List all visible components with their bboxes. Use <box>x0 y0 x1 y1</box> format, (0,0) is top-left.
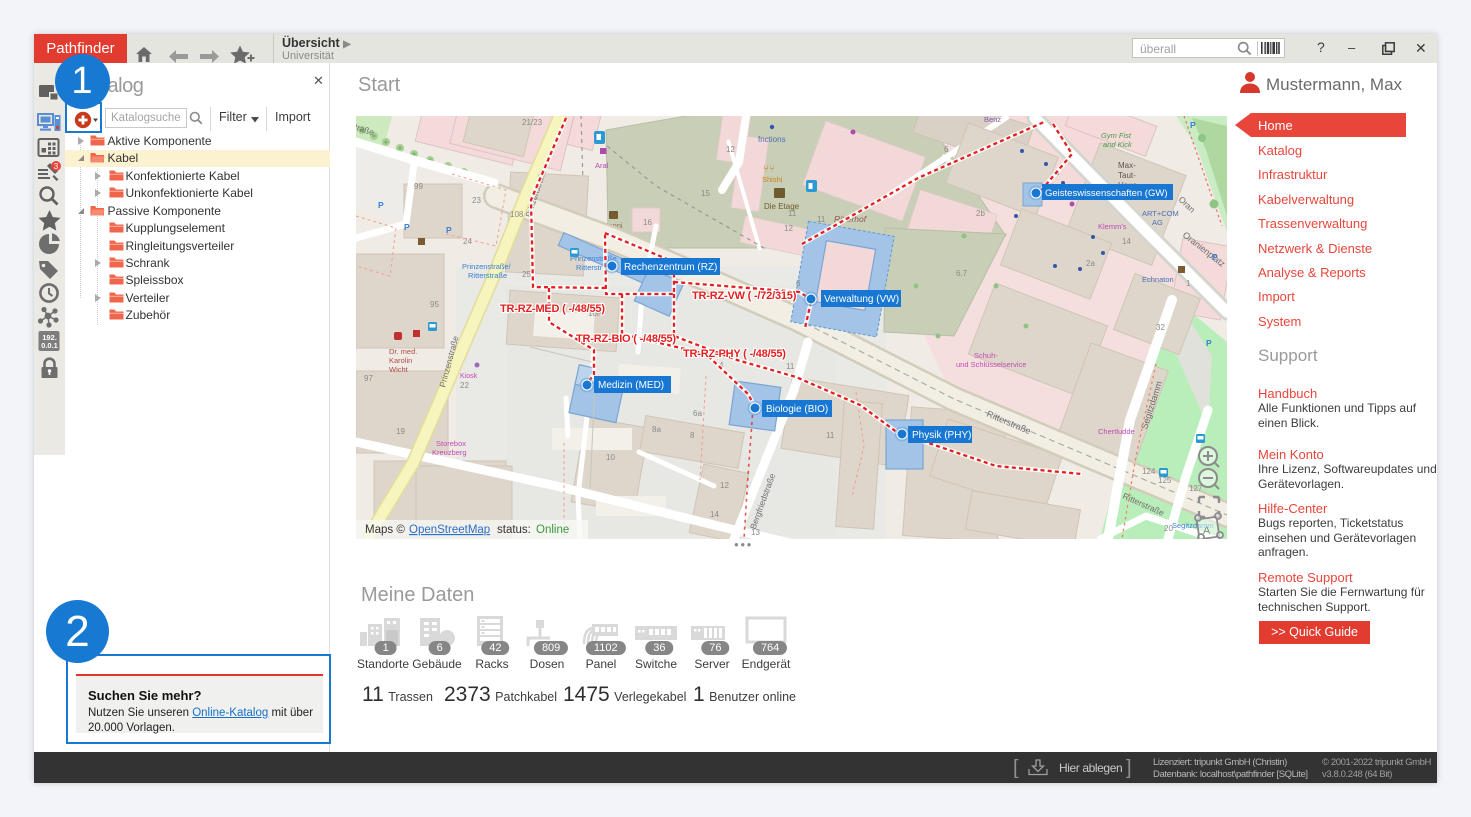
svg-text:125: 125 <box>1158 476 1172 485</box>
svg-text:12: 12 <box>784 224 793 233</box>
svg-text:⑂⑂: ⑂⑂ <box>763 164 775 175</box>
svg-text:Prinzenstraße/: Prinzenstraße/ <box>462 262 512 271</box>
svg-text:21/23: 21/23 <box>522 118 543 127</box>
svg-text:TR-RZ-VW ( -/72/315): TR-RZ-VW ( -/72/315) <box>692 290 797 302</box>
svg-text:TR-RZ-BIO ( -/48/55): TR-RZ-BIO ( -/48/55) <box>576 333 676 345</box>
svg-text:P: P <box>404 222 410 232</box>
svg-text:2b: 2b <box>976 209 985 218</box>
svg-text:8: 8 <box>690 431 695 440</box>
svg-text:22: 22 <box>460 381 469 390</box>
svg-text:Shishi: Shishi <box>762 175 783 184</box>
svg-text:Dr. med.: Dr. med. <box>389 347 417 356</box>
svg-text:15: 15 <box>701 189 710 198</box>
svg-text:Geisteswissenschaften (GW): Geisteswissenschaften (GW) <box>1045 188 1167 199</box>
svg-text:und Schlüsselservice: und Schlüsselservice <box>956 360 1026 369</box>
svg-text:status:: status: <box>497 524 531 536</box>
svg-text:Kreuzberg: Kreuzberg <box>432 448 467 457</box>
svg-text:Chertludde: Chertludde <box>1098 427 1135 436</box>
svg-text:0.0.1: 0.0.1 <box>41 341 58 350</box>
svg-text:23: 23 <box>472 196 481 205</box>
svg-text:11: 11 <box>826 431 835 440</box>
svg-text:Medizin (MED): Medizin (MED) <box>598 380 664 391</box>
svg-text:6: 6 <box>944 145 949 154</box>
svg-text:14: 14 <box>1122 237 1131 246</box>
svg-text:1: 1 <box>1186 279 1191 288</box>
svg-text:ART+COM: ART+COM <box>1142 209 1179 218</box>
svg-text:108: 108 <box>510 210 524 219</box>
svg-text:Biologie (BIO): Biologie (BIO) <box>766 404 828 415</box>
svg-text:3: 3 <box>54 162 59 171</box>
svg-text:Maps ©: Maps © <box>365 524 405 536</box>
svg-text:Karolin: Karolin <box>389 356 412 365</box>
svg-text:Kiosk: Kiosk <box>460 373 478 380</box>
svg-text:Wicht: Wicht <box>389 365 409 374</box>
svg-text:8a: 8a <box>652 425 661 434</box>
svg-text:12: 12 <box>720 481 729 490</box>
svg-text:95: 95 <box>430 300 439 309</box>
svg-text:Gym Fist: Gym Fist <box>1101 131 1132 140</box>
svg-text:Taut-: Taut- <box>1118 171 1136 180</box>
svg-text:and Kick: and Kick <box>1103 140 1133 149</box>
svg-text:Klemm's: Klemm's <box>1098 222 1127 231</box>
svg-text:P: P <box>1212 252 1218 262</box>
svg-text:127: 127 <box>1189 484 1203 493</box>
svg-text:32: 32 <box>1156 323 1165 332</box>
svg-text:11: 11 <box>817 215 826 224</box>
svg-text:10: 10 <box>606 453 615 462</box>
svg-text:2a: 2a <box>1086 259 1095 268</box>
svg-text:Physik (PHY): Physik (PHY) <box>912 430 971 441</box>
svg-text:6.7: 6.7 <box>956 269 968 278</box>
svg-text:Max-: Max- <box>1118 161 1136 170</box>
svg-text:TR-RZ-PHY ( -/48/55): TR-RZ-PHY ( -/48/55) <box>683 348 786 360</box>
svg-text:Storebox: Storebox <box>436 439 466 448</box>
svg-text:P: P <box>378 200 384 210</box>
svg-text:14: 14 <box>710 510 719 519</box>
svg-text:97: 97 <box>364 374 373 383</box>
svg-text:Schuh-: Schuh- <box>974 351 998 360</box>
svg-text:11: 11 <box>786 362 795 371</box>
svg-text:19: 19 <box>396 427 405 436</box>
svg-text:P: P <box>1206 338 1212 348</box>
svg-text:6: 6 <box>796 279 801 288</box>
svg-text:124: 124 <box>1142 467 1156 476</box>
svg-text:Verwaltung (VW): Verwaltung (VW) <box>824 294 899 305</box>
svg-text:Echnaton: Echnaton <box>1142 275 1174 284</box>
svg-text:11: 11 <box>788 209 797 218</box>
svg-text:P: P <box>1190 120 1196 130</box>
svg-text:Rechenzentrum (RZ): Rechenzentrum (RZ) <box>624 262 717 273</box>
svg-text:6a: 6a <box>693 409 702 418</box>
svg-text:Ritterstr: Ritterstr <box>576 263 603 272</box>
svg-text:25: 25 <box>522 270 531 279</box>
svg-text:16: 16 <box>643 218 652 227</box>
svg-text:TR-RZ-MED ( -/48/55): TR-RZ-MED ( -/48/55) <box>500 303 605 315</box>
svg-text:12: 12 <box>726 145 735 154</box>
svg-text:P: P <box>446 225 452 235</box>
svg-text:OpenStreetMap: OpenStreetMap <box>409 524 490 536</box>
svg-text:Ritterstraße: Ritterstraße <box>468 271 507 280</box>
svg-text:Online: Online <box>536 524 569 536</box>
svg-text:99: 99 <box>414 182 423 191</box>
svg-text:Aral: Aral <box>595 161 609 170</box>
svg-text:AG: AG <box>1152 218 1163 227</box>
svg-text:13: 13 <box>751 528 760 537</box>
svg-text:fnctions: fnctions <box>758 135 786 144</box>
svg-text:Benz: Benz <box>984 116 1001 124</box>
